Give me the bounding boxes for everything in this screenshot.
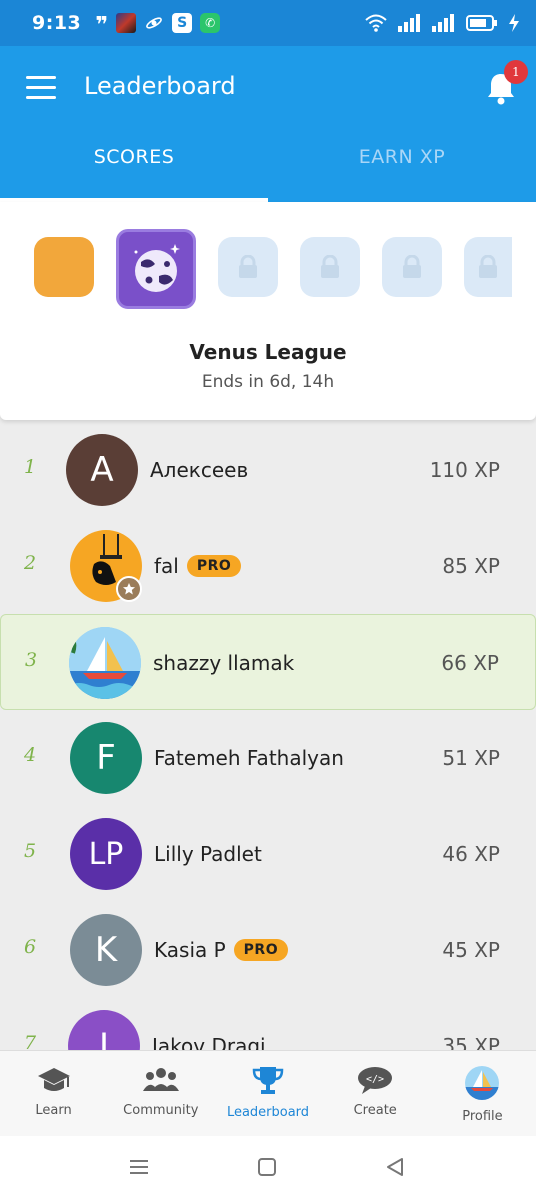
- home-icon[interactable]: [256, 1156, 278, 1178]
- app-bar: Leaderboard 1 SCORES EARN XP: [0, 46, 536, 202]
- notification-icons: ❞ S ✆: [95, 9, 221, 38]
- star-badge-icon: [116, 576, 142, 602]
- user-name-text: Kasia P: [154, 938, 226, 962]
- nav-learn[interactable]: Learn: [0, 1051, 107, 1136]
- avatar[interactable]: [69, 627, 141, 699]
- page-title: Leaderboard: [84, 72, 236, 100]
- league-badge-locked[interactable]: [218, 237, 278, 297]
- planet-icon: [134, 244, 180, 292]
- avatar[interactable]: A: [66, 434, 138, 506]
- avatar[interactable]: K: [70, 914, 142, 986]
- rank-number: 1: [24, 456, 37, 478]
- tab-scores[interactable]: SCORES: [0, 146, 268, 186]
- lock-icon: [321, 255, 339, 278]
- battery-icon: [466, 15, 497, 31]
- signal-icon: [398, 14, 420, 32]
- league-badge-locked[interactable]: [300, 237, 360, 297]
- user-name: Lilly Padlet: [154, 842, 262, 866]
- league-badge-venus[interactable]: [116, 229, 196, 309]
- nav-leaderboard[interactable]: Leaderboard: [214, 1051, 321, 1136]
- sailboat-icon: [69, 627, 141, 699]
- avatar[interactable]: [70, 530, 142, 602]
- rank-number: 2: [24, 552, 37, 574]
- user-name: Fatemeh Fathalyan: [154, 746, 344, 770]
- code-chat-icon: </>: [358, 1067, 393, 1094]
- user-name-text: Fatemeh Fathalyan: [154, 746, 344, 770]
- notification-badge: 1: [504, 60, 528, 84]
- user-name-text: Lilly Padlet: [154, 842, 262, 866]
- phone-icon: ✆: [200, 13, 221, 33]
- xp-value: 51 XP: [442, 746, 500, 770]
- nav-profile[interactable]: Profile: [429, 1051, 536, 1136]
- nav-label: Create: [353, 1103, 397, 1118]
- signal-2-icon: [432, 14, 454, 32]
- hamburger-menu-icon[interactable]: [26, 76, 56, 100]
- trophy-icon: [252, 1067, 284, 1094]
- nav-label: Leaderboard: [226, 1105, 310, 1120]
- lock-icon: [479, 255, 497, 278]
- people-icon: [142, 1068, 179, 1091]
- user-name: shazzy llamak: [153, 651, 294, 675]
- user-name-text: fal: [154, 554, 179, 578]
- rank-number: 6: [24, 936, 37, 958]
- nav-label: Community: [123, 1103, 199, 1118]
- avatar[interactable]: LP: [70, 818, 142, 890]
- recent-apps-icon[interactable]: [128, 1156, 150, 1178]
- league-badge-locked[interactable]: [382, 237, 442, 297]
- charging-icon: [509, 14, 519, 32]
- leaderboard-row[interactable]: 6 K Kasia P PRO 45 XP: [0, 902, 536, 998]
- avatar-icon: [465, 1066, 500, 1100]
- system-navigation-bar: [0, 1136, 536, 1200]
- xp-value: 46 XP: [442, 842, 500, 866]
- leaderboard-row[interactable]: 5 LP Lilly Padlet 46 XP: [0, 806, 536, 902]
- system-status: [364, 13, 520, 33]
- league-badge-locked[interactable]: [464, 237, 512, 297]
- nav-community[interactable]: Community: [107, 1051, 214, 1136]
- user-name-text: shazzy llamak: [153, 651, 295, 675]
- xp-value: 66 XP: [441, 651, 499, 675]
- bottom-navigation: Learn Community Leaderboard </> Create P…: [0, 1050, 536, 1136]
- wifi-icon: [365, 14, 387, 32]
- league-card: Venus League Ends in 6d, 14h: [0, 202, 536, 420]
- leaderboard-row[interactable]: 4 F Fatemeh Fathalyan 51 XP: [0, 710, 536, 806]
- xp-value: 45 XP: [442, 938, 500, 962]
- user-name: Kasia P PRO: [154, 938, 289, 962]
- nav-label: Profile: [462, 1109, 503, 1124]
- user-name: fal PRO: [154, 554, 242, 578]
- league-name: Venus League: [189, 340, 347, 364]
- lock-icon: [239, 255, 257, 278]
- xp-value: 85 XP: [442, 554, 500, 578]
- svg-text:</>: </>: [366, 1074, 384, 1085]
- user-name: Алексеев: [150, 458, 248, 482]
- graduation-cap-icon: [37, 1068, 70, 1091]
- user-name-text: Алексеев: [150, 458, 249, 482]
- satellite-icon: [146, 17, 163, 29]
- rank-number: 3: [25, 649, 38, 671]
- avatar[interactable]: F: [70, 722, 142, 794]
- leaderboard-row[interactable]: 1 A Алексеев 110 XP: [0, 422, 536, 518]
- s-app-icon: S: [172, 13, 193, 33]
- league-badge-gold[interactable]: [34, 237, 94, 297]
- lock-icon: [403, 255, 421, 278]
- pro-badge: PRO: [186, 555, 242, 577]
- pro-badge: PRO: [233, 939, 289, 961]
- leaderboard-row-current-user[interactable]: 3 shazzy llamak 66 XP: [0, 614, 536, 710]
- back-icon[interactable]: [384, 1156, 406, 1178]
- nav-label: Learn: [35, 1103, 72, 1118]
- nav-create[interactable]: </> Create: [322, 1051, 429, 1136]
- tab-earn-xp[interactable]: EARN XP: [268, 146, 536, 186]
- leaderboard-row[interactable]: 2 fal PRO 85 XP: [0, 518, 536, 614]
- rank-number: 5: [24, 840, 37, 862]
- rank-number: 4: [24, 744, 37, 766]
- xp-value: 110 XP: [429, 458, 500, 482]
- league-countdown: Ends in 6d, 14h: [201, 372, 335, 392]
- app-thumbnail-icon: [116, 13, 137, 33]
- status-bar: 9:13 ❞ S ✆: [0, 0, 536, 46]
- status-time: 9:13: [32, 12, 82, 34]
- quote-icon: ❞: [95, 13, 109, 38]
